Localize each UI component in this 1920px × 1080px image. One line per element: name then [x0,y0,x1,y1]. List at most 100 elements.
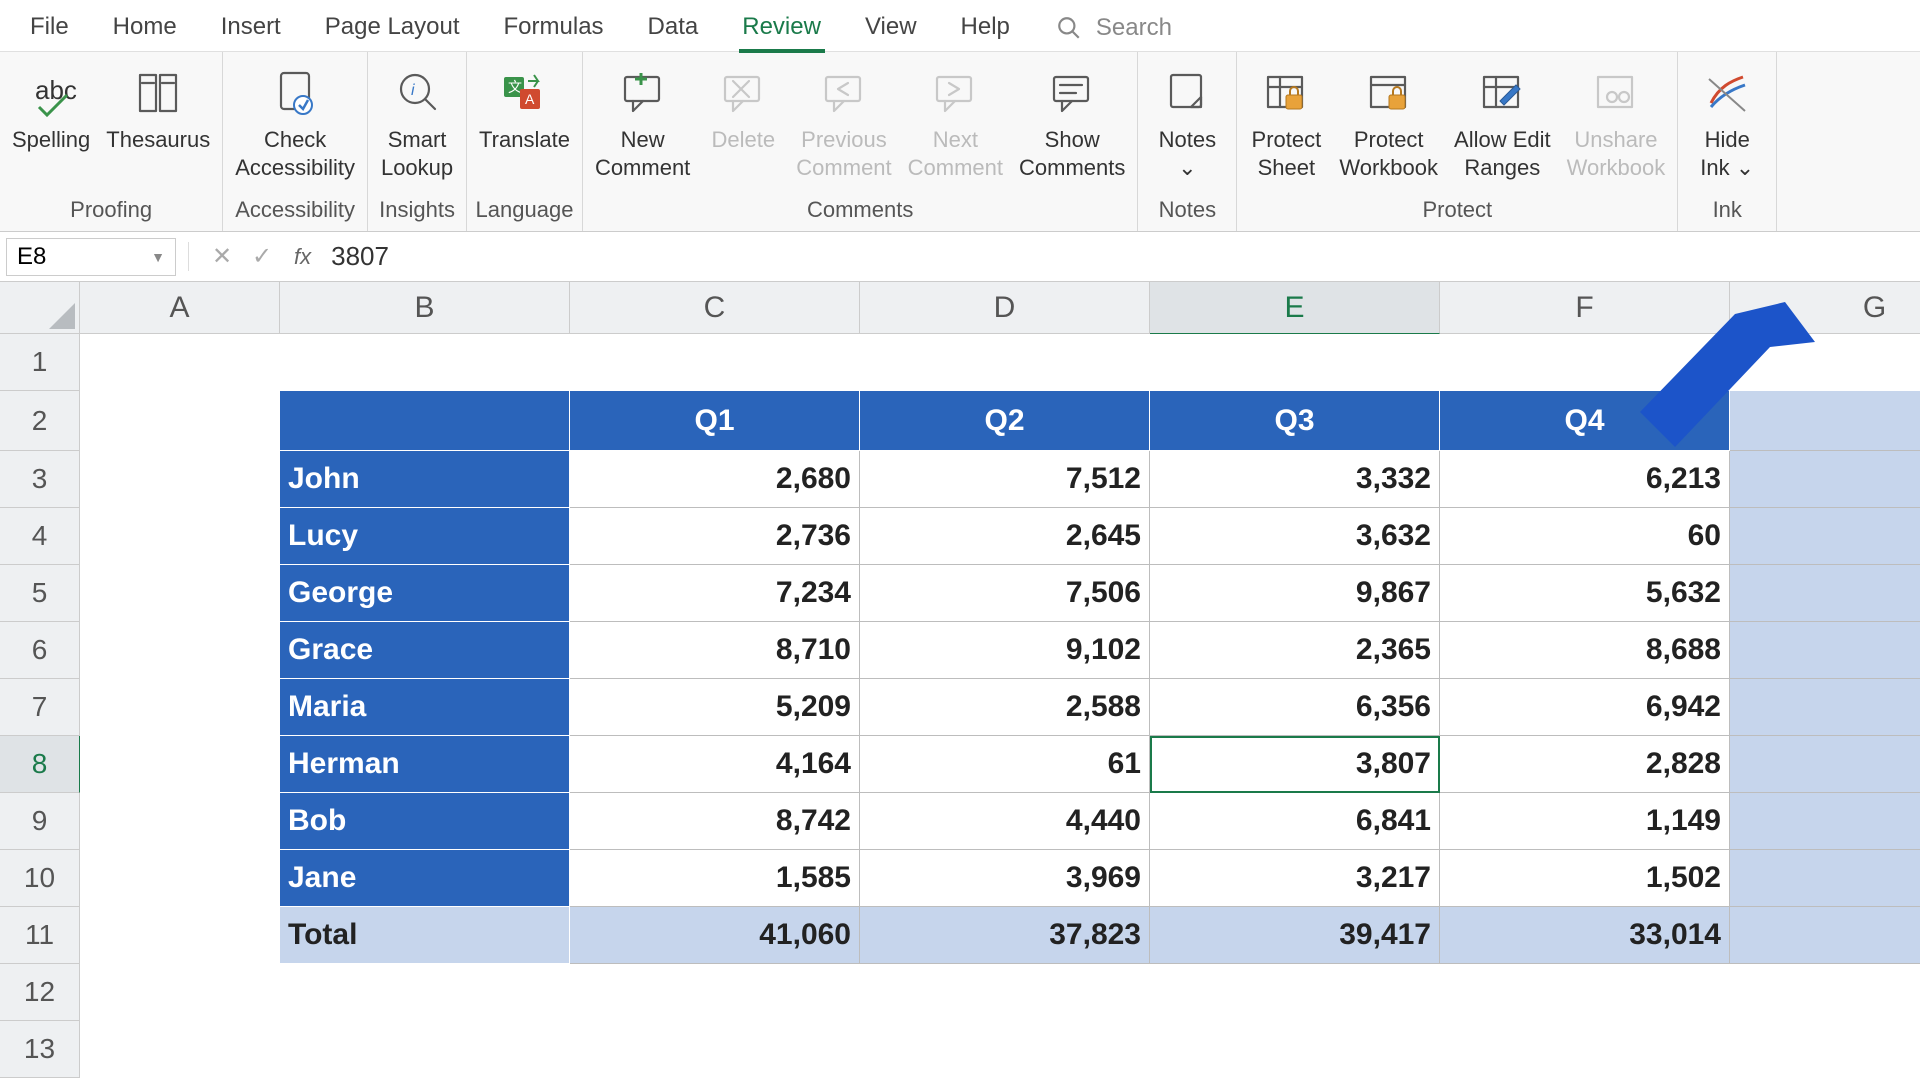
cell-F8[interactable]: 2,828 [1440,736,1730,793]
cell-D6[interactable]: 9,102 [860,622,1150,679]
cell-G11[interactable] [1730,907,1920,964]
cell-E2[interactable]: Q3 [1150,391,1440,451]
cell-G9[interactable]: 21, [1730,793,1920,850]
cell-B8[interactable]: Herman [280,736,570,793]
tab-data[interactable]: Data [626,3,721,53]
cell-D4[interactable]: 2,645 [860,508,1150,565]
cell-B7[interactable]: Maria [280,679,570,736]
cell-C4[interactable]: 2,736 [570,508,860,565]
cell-F5[interactable]: 5,632 [1440,565,1730,622]
cell-D11[interactable]: 37,823 [860,907,1150,964]
cell-F4[interactable]: 60 [1440,508,1730,565]
enter-icon[interactable]: ✓ [242,242,282,271]
cell-D10[interactable]: 3,969 [860,850,1150,907]
row-header-11[interactable]: 11 [0,907,80,964]
row-header-4[interactable]: 4 [0,508,80,565]
spreadsheet-grid[interactable]: ABCDEFG 12345678910111213 Q1Q2Q3Q4TotalJ… [0,282,1920,1080]
cell-G4[interactable]: 9, [1730,508,1920,565]
cell-F10[interactable]: 1,502 [1440,850,1730,907]
cell-C2[interactable]: Q1 [570,391,860,451]
cell-E5[interactable]: 9,867 [1150,565,1440,622]
cell-B9[interactable]: Bob [280,793,570,850]
cell-C7[interactable]: 5,209 [570,679,860,736]
hide-ink-button[interactable]: Hide Ink ⌄ [1682,58,1772,181]
cell-F3[interactable]: 6,213 [1440,451,1730,508]
protect-workbook-button[interactable]: Protect Workbook [1331,58,1446,181]
cell-E7[interactable]: 6,356 [1150,679,1440,736]
column-header-A[interactable]: A [80,282,280,334]
row-header-8[interactable]: 8 [0,736,80,793]
formula-input[interactable] [323,232,1920,281]
cell-D2[interactable]: Q2 [860,391,1150,451]
cell-E6[interactable]: 2,365 [1150,622,1440,679]
tab-help[interactable]: Help [939,3,1032,53]
column-header-F[interactable]: F [1440,282,1730,334]
cell-C9[interactable]: 8,742 [570,793,860,850]
allow-edit-ranges-button[interactable]: Allow Edit Ranges [1446,58,1559,181]
cell-B3[interactable]: John [280,451,570,508]
cell-F2[interactable]: Q4 [1440,391,1730,451]
cell-F6[interactable]: 8,688 [1440,622,1730,679]
tab-home[interactable]: Home [91,3,199,53]
row-header-2[interactable]: 2 [0,391,80,451]
cell-B2[interactable] [280,391,570,451]
protect-sheet-button[interactable]: Protect Sheet [1241,58,1331,181]
cell-C3[interactable]: 2,680 [570,451,860,508]
cell-F7[interactable]: 6,942 [1440,679,1730,736]
column-header-B[interactable]: B [280,282,570,334]
column-header-E[interactable]: E [1150,282,1440,334]
cell-D7[interactable]: 2,588 [860,679,1150,736]
new-comment-button[interactable]: New Comment [587,58,698,181]
tab-view[interactable]: View [843,3,939,53]
cell-B4[interactable]: Lucy [280,508,570,565]
cell-D8[interactable]: 61 [860,736,1150,793]
tab-formulas[interactable]: Formulas [482,3,626,53]
row-header-13[interactable]: 13 [0,1021,80,1078]
smart-lookup-button[interactable]: iSmart Lookup [372,58,462,181]
cell-G5[interactable]: 30, [1730,565,1920,622]
name-box[interactable]: E8 ▼ [6,238,176,276]
cell-C6[interactable]: 8,710 [570,622,860,679]
select-all-corner[interactable] [0,282,80,334]
cell-E10[interactable]: 3,217 [1150,850,1440,907]
row-header-6[interactable]: 6 [0,622,80,679]
cell-B10[interactable]: Jane [280,850,570,907]
cell-E11[interactable]: 39,417 [1150,907,1440,964]
notes-button[interactable]: Notes ⌄ [1142,58,1232,181]
cell-C5[interactable]: 7,234 [570,565,860,622]
check-accessibility-button[interactable]: Check Accessibility [227,58,363,181]
cell-E8[interactable]: 3,807 [1150,736,1440,793]
cell-B6[interactable]: Grace [280,622,570,679]
row-header-10[interactable]: 10 [0,850,80,907]
column-header-C[interactable]: C [570,282,860,334]
cell-D9[interactable]: 4,440 [860,793,1150,850]
translate-button[interactable]: 文ATranslate [471,58,578,154]
row-header-5[interactable]: 5 [0,565,80,622]
cell-G6[interactable]: 28, [1730,622,1920,679]
thesaurus-button[interactable]: Thesaurus [98,58,218,154]
tab-insert[interactable]: Insert [199,3,303,53]
search-box[interactable]: Search [1056,14,1172,42]
cell-F11[interactable]: 33,014 [1440,907,1730,964]
cell-G3[interactable]: 19, [1730,451,1920,508]
cell-G10[interactable]: 10, [1730,850,1920,907]
cell-G8[interactable]: 10, [1730,736,1920,793]
name-box-dropdown-icon[interactable]: ▼ [151,249,165,265]
cell-E3[interactable]: 3,332 [1150,451,1440,508]
show-comments-button[interactable]: Show Comments [1011,58,1133,181]
fx-label[interactable]: fx [294,244,311,270]
tab-file[interactable]: File [8,3,91,53]
row-header-9[interactable]: 9 [0,793,80,850]
row-header-3[interactable]: 3 [0,451,80,508]
cell-E4[interactable]: 3,632 [1150,508,1440,565]
column-header-D[interactable]: D [860,282,1150,334]
tab-page-layout[interactable]: Page Layout [303,3,482,53]
cell-F9[interactable]: 1,149 [1440,793,1730,850]
cell-C11[interactable]: 41,060 [570,907,860,964]
cell-G2[interactable]: Total [1730,391,1920,451]
row-header-7[interactable]: 7 [0,679,80,736]
cell-B11[interactable]: Total [280,907,570,964]
row-header-1[interactable]: 1 [0,334,80,391]
cell-D5[interactable]: 7,506 [860,565,1150,622]
cell-B5[interactable]: George [280,565,570,622]
